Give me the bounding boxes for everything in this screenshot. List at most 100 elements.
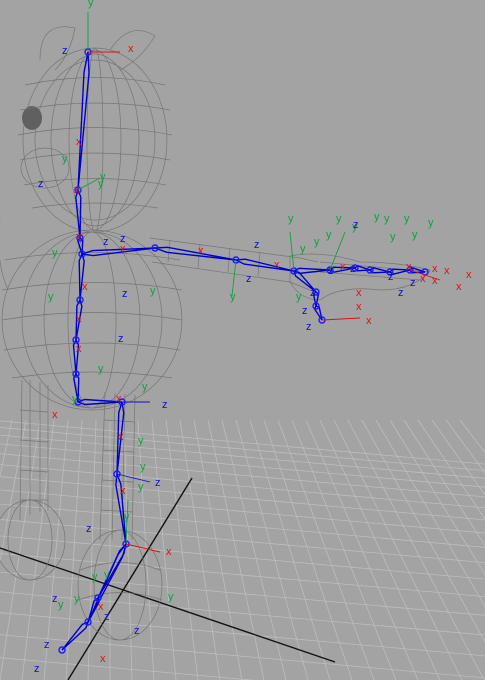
mesh-head-outline — [22, 47, 168, 233]
axis-label-x: x — [128, 43, 134, 55]
axis-label-z: z — [38, 178, 44, 190]
joint-axis-labels: yz xxyyz x yz zxy xxzy yxzxyyxy x zx yzyxzxyyz y yy… — [34, 0, 472, 675]
axis-label-x: x — [340, 261, 346, 273]
axis-label-x: x — [74, 184, 80, 196]
axis-label-z: z — [398, 287, 404, 299]
axis-label-z: z — [134, 625, 140, 637]
bone-chest-spine2 — [78, 251, 85, 301]
axis-label-x: x — [274, 259, 280, 271]
mesh-leg-left — [19, 379, 49, 521]
axis-label-x: x — [166, 546, 172, 558]
axis-label-y: y — [72, 393, 78, 405]
axis-label-x: x — [76, 313, 82, 325]
axis-line-y — [77, 177, 101, 191]
axis-label-y: y — [404, 213, 410, 225]
axis-label-x: x — [198, 245, 204, 257]
axis-label-z: z — [34, 663, 40, 675]
axis-label-y: y — [412, 229, 418, 241]
axis-label-x: x — [52, 409, 58, 421]
axis-label-z: z — [302, 305, 308, 317]
axis-label-y: y — [58, 599, 64, 611]
bone-chest-shoulder — [81, 247, 156, 257]
axis-label-x: x — [356, 301, 362, 313]
axis-label-z: z — [388, 271, 394, 283]
axis-label-z: z — [353, 219, 359, 231]
axis-label-z: z — [254, 239, 260, 251]
axis-label-y: y — [168, 591, 174, 603]
axis-label-z: z — [155, 477, 161, 489]
axis-label-y: y — [336, 213, 342, 225]
axis-label-z: z — [306, 321, 312, 333]
axis-label-z: z — [62, 45, 68, 57]
mesh-body-outline — [1, 229, 183, 411]
axis-label-y: y — [296, 291, 302, 303]
axis-label-z: z — [86, 523, 92, 535]
mesh-eye — [22, 106, 42, 130]
axis-label-x: x — [406, 261, 412, 273]
axis-label-x: x — [432, 263, 438, 275]
axis-label-y: y — [138, 435, 144, 447]
axis-label-x: x — [76, 136, 82, 148]
axis-label-y: y — [374, 211, 380, 223]
axis-label-y: y — [92, 571, 98, 583]
axis-line-x — [321, 317, 361, 321]
axis-label-z: z — [246, 273, 252, 285]
axis-label-x: x — [118, 431, 124, 443]
axis-label-x: x — [466, 269, 472, 281]
bone-foot-toe — [61, 620, 90, 651]
axis-label-z: z — [104, 611, 110, 623]
axis-label-y: y — [104, 569, 110, 581]
axis-label-y: y — [88, 0, 94, 9]
axis-label-y: y — [48, 291, 54, 303]
axis-line-x — [125, 543, 161, 553]
viewport-canvas[interactable]: yz xxyyz x yz zxy xxzy yxzxyyxy x zx yzyxzxyyz y yy… — [0, 0, 485, 680]
axis-label-x: x — [366, 315, 372, 327]
axis-label-y: y — [384, 213, 390, 225]
axis-label-x: x — [456, 281, 462, 293]
axis-label-x: x — [120, 243, 126, 255]
axis-label-z: z — [103, 236, 109, 248]
axis-label-z: z — [44, 639, 50, 651]
axis-label-y: y — [150, 285, 156, 297]
3d-viewport[interactable]: yzxxyyzxyzzxyxxzyyxzxyyxyxzxyzyxzxyyzyyy… — [0, 0, 485, 680]
axis-label-y: y — [326, 229, 332, 241]
axis-label-z: z — [310, 287, 316, 299]
mesh-left-ear — [39, 26, 76, 71]
axis-label-x: x — [100, 653, 106, 665]
axis-label-y: y — [288, 213, 294, 225]
axis-label-y: y — [142, 381, 148, 393]
axis-label-y: y — [98, 178, 104, 190]
axis-label-x: x — [116, 393, 122, 405]
axis-label-x: x — [432, 275, 438, 287]
axis-label-z: z — [118, 333, 124, 345]
axis-label-y: y — [138, 481, 144, 493]
axis-label-y: y — [390, 231, 396, 243]
axis-label-x: x — [120, 485, 126, 497]
skeleton-bones — [61, 51, 426, 651]
axis-label-x: x — [82, 281, 88, 293]
axis-label-y: y — [62, 153, 68, 165]
axis-label-y: y — [428, 217, 434, 229]
axis-label-y: y — [98, 363, 104, 375]
mesh-foot-left — [0, 499, 66, 581]
axis-label-z: z — [122, 288, 128, 300]
axis-label-y: y — [74, 593, 80, 605]
axis-label-z: z — [410, 277, 416, 289]
axis-label-y: y — [230, 291, 236, 303]
axis-line-y — [289, 231, 295, 272]
axis-label-x: x — [76, 231, 82, 243]
axis-label-z: z — [52, 593, 58, 605]
axis-label-x: x — [444, 265, 450, 277]
axis-label-x: x — [76, 343, 82, 355]
axis-label-y: y — [314, 236, 320, 248]
axis-label-y: y — [140, 461, 146, 473]
axis-label-z: z — [162, 399, 168, 411]
axis-label-x: x — [356, 287, 362, 299]
grid-axis-line — [0, 547, 336, 663]
bone-elbow-wrist — [233, 258, 295, 272]
axis-label-z: z — [350, 263, 356, 275]
character-wireframe-mesh — [0, 26, 431, 641]
axis-label-y: y — [52, 247, 58, 259]
axis-label-y: y — [300, 243, 306, 255]
axis-label-z: z — [328, 265, 334, 277]
